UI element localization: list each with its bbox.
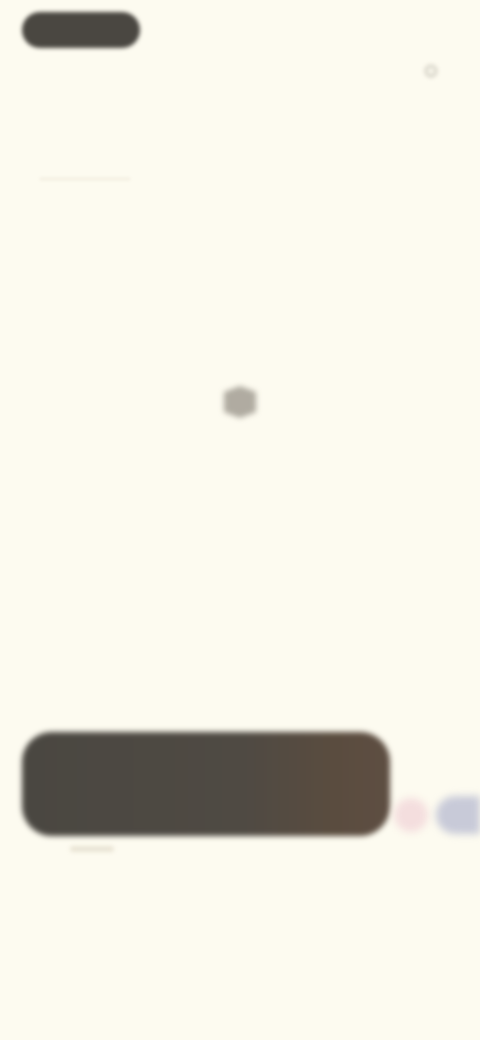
side-action-blue[interactable] [436,796,480,834]
app-screen [0,0,480,1040]
section-divider [40,178,130,180]
top-pill[interactable] [22,12,140,48]
composer-input[interactable] [40,768,344,785]
composer-hint-bar [70,846,114,852]
filter-button[interactable] [424,64,446,78]
filter-icon [424,64,438,78]
empty-state-icon [218,382,262,422]
side-action-pink[interactable] [394,798,428,832]
